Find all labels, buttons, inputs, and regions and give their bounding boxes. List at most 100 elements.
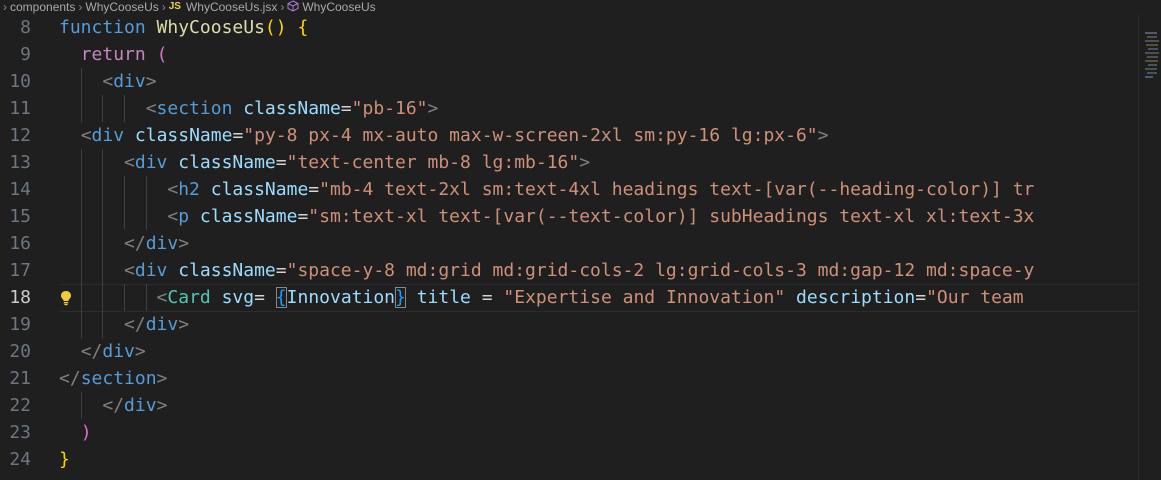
- code-token: section: [80, 368, 157, 389]
- code-line[interactable]: 13 <div className="text-center mb-8 lg:m…: [0, 149, 1138, 176]
- code-token: "sm:text-xl text-[var(--text-color)] sub…: [308, 206, 1035, 227]
- code-token: {: [275, 287, 287, 308]
- code-token: >: [134, 341, 146, 362]
- code-line[interactable]: 21 </section>: [0, 365, 1138, 392]
- indent-guide: [102, 95, 104, 122]
- line-number: 19: [9, 314, 31, 335]
- code-token: =: [340, 98, 352, 119]
- code-text: }: [59, 446, 70, 473]
- code-token: <: [167, 206, 179, 227]
- code-token: =: [254, 287, 276, 308]
- indent-guide: [124, 284, 126, 311]
- code-line[interactable]: 17 <div className="space-y-8 md:grid md:…: [0, 257, 1138, 284]
- code-line[interactable]: 14 <h2 className="mb-4 text-2xl sm:text-…: [0, 176, 1138, 203]
- indent-guide: [80, 257, 82, 284]
- code-line[interactable]: 10 <div>: [0, 68, 1138, 95]
- chevron-right-icon: ›: [161, 0, 166, 14]
- breadcrumb-item-folder[interactable]: WhyCooseUs: [85, 0, 158, 14]
- code-editor[interactable]: 8 function WhyCooseUs() {9 return (10 <di…: [0, 14, 1138, 480]
- code-token: "py-8 px-4 mx-auto max-w-screen-2xl sm:p…: [243, 125, 818, 146]
- code-line[interactable]: 9 return (: [0, 41, 1138, 68]
- code-line[interactable]: 11 <section className="pb-16">: [0, 95, 1138, 122]
- code-line[interactable]: 23 ): [0, 419, 1138, 446]
- code-line[interactable]: 18 <Card svg= {Innovation} title = "Expe…: [0, 284, 1138, 312]
- code-token: function: [59, 17, 157, 38]
- code-token: "Our team: [926, 287, 1035, 308]
- code-text: <div className="text-center mb-8 lg:mb-1…: [59, 149, 590, 176]
- minimap[interactable]: [1138, 14, 1161, 480]
- code-token: (: [156, 44, 168, 65]
- code-token: <: [145, 98, 157, 119]
- code-token: "text-center mb-8 lg:mb-16": [286, 152, 580, 173]
- indent-guide: [80, 95, 82, 122]
- code-token: >: [156, 368, 168, 389]
- code-text: <section className="pb-16">: [59, 95, 439, 122]
- lightbulb-icon[interactable]: [60, 290, 72, 306]
- code-line[interactable]: 19 </div>: [0, 311, 1138, 338]
- code-line[interactable]: 8 function WhyCooseUs() {: [0, 14, 1138, 41]
- line-number: 9: [20, 44, 31, 65]
- line-number: 10: [9, 71, 31, 92]
- indent-guide: [145, 284, 147, 311]
- code-token: div: [91, 125, 125, 146]
- code-token: "Expertise and Innovation": [503, 287, 786, 308]
- code-token: =: [275, 260, 287, 281]
- breadcrumb-item-components[interactable]: components: [10, 0, 75, 14]
- line-number: 11: [9, 98, 31, 119]
- indent-guide: [124, 95, 126, 122]
- indent-guide: [102, 311, 104, 338]
- code-token: </: [59, 368, 81, 389]
- js-file-icon: JS: [168, 1, 181, 12]
- code-text: <h2 className="mb-4 text-2xl sm:text-4xl…: [59, 176, 1034, 203]
- code-token: className: [134, 125, 233, 146]
- chevron-right-icon: ›: [3, 0, 7, 14]
- code-token: div: [134, 260, 168, 281]
- code-token: div: [124, 395, 157, 416]
- breadcrumb-item-file[interactable]: WhyCooseUs.jsx: [186, 0, 277, 14]
- code-line[interactable]: 24}: [0, 446, 1138, 473]
- code-token: title: [416, 287, 471, 308]
- code-token: >: [427, 98, 439, 119]
- code-token: div: [102, 341, 135, 362]
- code-token: div: [145, 314, 179, 335]
- code-line[interactable]: 20 </div>: [0, 338, 1138, 365]
- code-line[interactable]: 16 </div>: [0, 230, 1138, 257]
- line-number: 18: [9, 287, 31, 308]
- code-line[interactable]: 12 <div className="py-8 px-4 mx-auto max…: [0, 122, 1138, 149]
- breadcrumb-item-symbol[interactable]: WhyCooseUs: [302, 0, 375, 14]
- code-line[interactable]: 15 <p className="sm:text-xl text-[var(--…: [0, 203, 1138, 230]
- line-number: 13: [9, 152, 31, 173]
- code-token: =: [470, 287, 504, 308]
- code-token: "space-y-8 md:grid md:grid-cols-2 lg:gri…: [286, 260, 1035, 281]
- code-token: </: [124, 233, 146, 254]
- line-number: 14: [9, 179, 31, 200]
- code-line[interactable]: 22 </div>: [0, 392, 1138, 419]
- indent-guide: [102, 149, 104, 176]
- code-token: description: [796, 287, 916, 308]
- code-text: ): [59, 419, 92, 446]
- indent-guide: [80, 311, 82, 338]
- indent-guide: [102, 203, 104, 230]
- line-number: 8: [20, 17, 31, 38]
- code-token: return: [80, 44, 146, 65]
- line-number: 12: [9, 125, 31, 146]
- indent-guide: [145, 203, 147, 230]
- code-text: <p className="sm:text-xl text-[var(--tex…: [59, 203, 1034, 230]
- code-text: </div>: [59, 338, 146, 365]
- code-token: =: [297, 206, 309, 227]
- indent-guide: [124, 176, 126, 203]
- code-text: </div>: [59, 311, 189, 338]
- code-token: p: [178, 206, 190, 227]
- code-token: </: [124, 314, 146, 335]
- indent-guide: [80, 68, 82, 95]
- code-token: >: [178, 314, 190, 335]
- code-token: =: [915, 287, 927, 308]
- code-token: >: [178, 233, 190, 254]
- line-number: 16: [9, 233, 31, 254]
- code-token: </: [102, 395, 125, 416]
